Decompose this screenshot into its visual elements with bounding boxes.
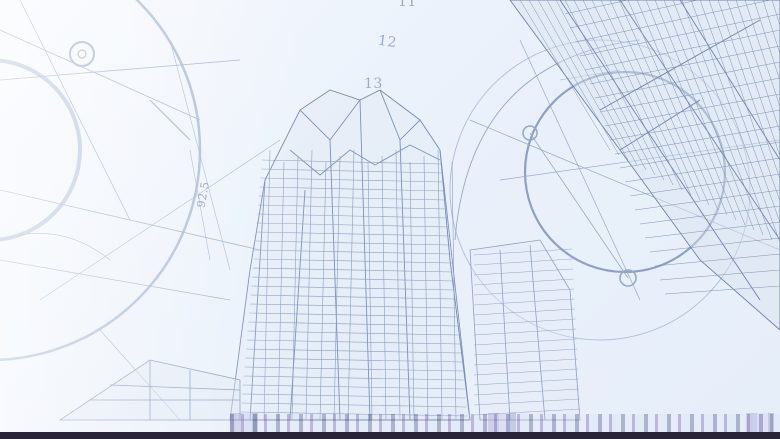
dimension-label-13: 13 (364, 76, 383, 92)
bottom-edge-bar (0, 432, 780, 439)
blueprint-image: 12 11 13 92.5 (0, 0, 780, 439)
compression-artifact-noise (230, 414, 780, 432)
wireframe-drawing (0, 0, 780, 432)
dimension-label-11: 11 (398, 0, 417, 10)
dimension-label-12: 12 (376, 32, 398, 52)
